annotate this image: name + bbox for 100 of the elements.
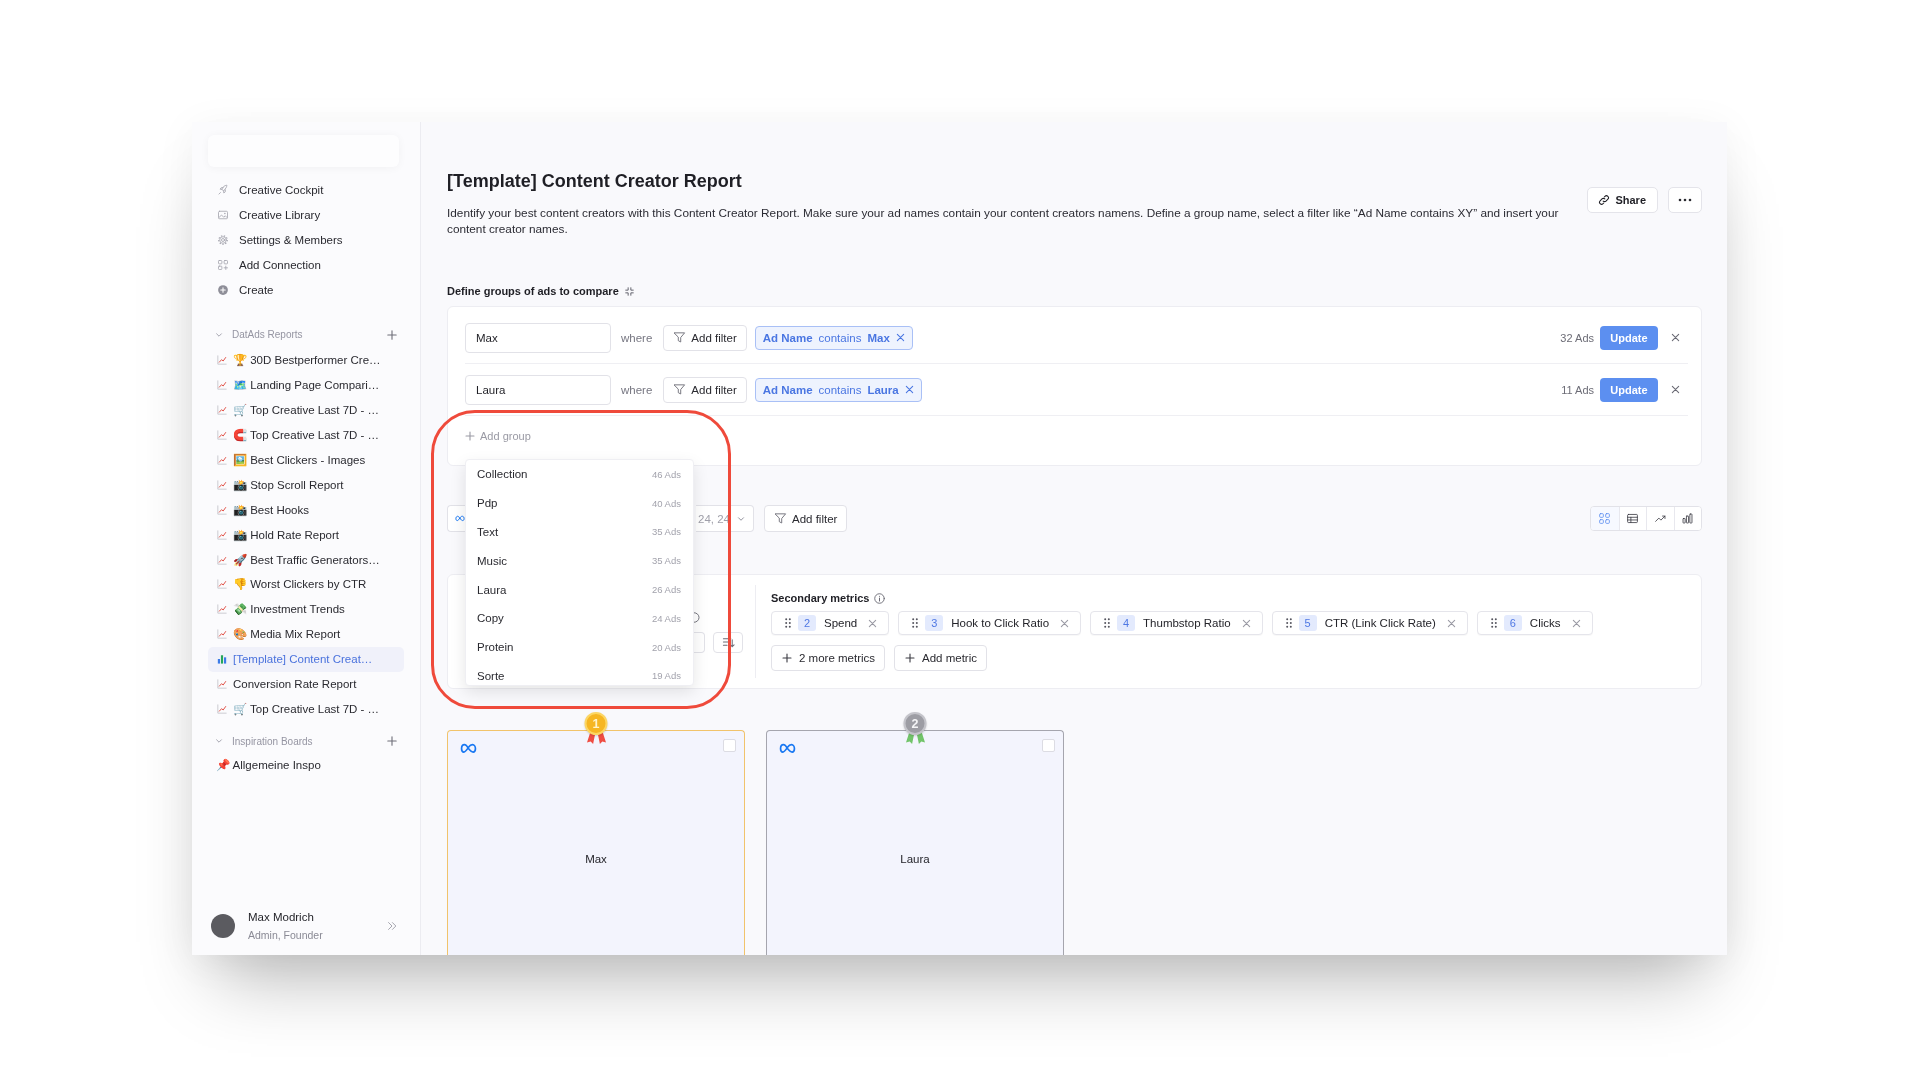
nav-item[interactable]: Settings & Members — [192, 227, 420, 253]
group-name-field[interactable]: Max — [465, 322, 611, 353]
image-icon — [217, 208, 229, 221]
more-metrics-button[interactable]: 2 more metrics — [771, 645, 886, 671]
report-item[interactable]: 🧲 Top Creative Last 7D - … — [208, 422, 404, 448]
ad-count: 32 Ads — [1560, 331, 1594, 344]
group-name-field[interactable]: Laura — [465, 374, 611, 405]
line-chart-icon — [217, 579, 227, 590]
metric-chip[interactable]: 3 Hook to Click Ratio — [898, 611, 1082, 635]
line-chart-icon — [217, 454, 227, 465]
plus-icon[interactable] — [387, 329, 397, 340]
trend-icon — [1653, 512, 1667, 525]
metric-chip[interactable]: 4 Thumbstop Ratio — [1090, 611, 1263, 635]
share-button[interactable]: Share — [1587, 187, 1658, 213]
nav-item[interactable]: Create — [192, 277, 420, 303]
report-item[interactable]: 🎨 Media Mix Report — [208, 621, 404, 647]
report-item[interactable]: 📸 Stop Scroll Report — [208, 472, 404, 498]
platform-button[interactable] — [447, 505, 465, 532]
add-filter-button[interactable]: Add filter — [764, 505, 848, 532]
line-chart-icon — [217, 479, 227, 490]
report-item[interactable]: 🛒 Top Creative Last 7D - … — [208, 696, 404, 722]
metric-chip[interactable]: 6 Clicks — [1476, 611, 1593, 635]
menu-item[interactable]: Pdp 40 Ads — [466, 488, 693, 518]
drag-handle-icon[interactable] — [1104, 618, 1111, 628]
menu-item[interactable]: Copy 24 Ads — [466, 604, 693, 633]
gear-icon — [217, 233, 229, 246]
group-name: Laura — [899, 852, 931, 867]
menu-item[interactable]: Laura 26 Ads — [466, 575, 693, 604]
ad-count: 35 Ads — [651, 526, 681, 538]
close-icon[interactable] — [1571, 618, 1581, 628]
report-item[interactable]: [Template] Content Creat… — [208, 646, 404, 672]
ad-count: 11 Ads — [1561, 383, 1594, 396]
ad-count: 24 Ads — [651, 612, 681, 624]
rank-badge: 1 — [584, 712, 608, 735]
metric-chip[interactable]: 5 CTR (Link Click Rate) — [1271, 611, 1468, 635]
checkbox[interactable] — [723, 739, 736, 752]
checkbox[interactable] — [1042, 739, 1055, 752]
drag-handle-icon[interactable] — [1285, 618, 1292, 628]
rank-badge: 2 — [903, 712, 927, 735]
plus-icon[interactable] — [387, 736, 397, 747]
nav-item[interactable]: Creative Cockpit — [192, 177, 420, 203]
grid-icon — [1598, 512, 1612, 525]
line-chart-icon — [217, 355, 227, 366]
menu-item[interactable]: Sorte 19 Ads — [466, 661, 693, 685]
report-item[interactable]: 👎 Worst Clickers by CTR — [208, 571, 404, 597]
user-name: Max Modrich — [248, 910, 315, 925]
close-icon[interactable] — [1671, 385, 1680, 394]
report-item[interactable]: 📸 Hold Rate Report — [208, 522, 404, 548]
board-item[interactable]: 📌 Allgemeine Inspo — [208, 752, 404, 778]
info-icon[interactable] — [874, 592, 886, 604]
metric-label: Hook to Click Ratio — [951, 617, 1050, 629]
nav-item[interactable]: Creative Library — [192, 202, 420, 228]
report-item[interactable]: 🛒 Top Creative Last 7D - … — [208, 397, 404, 423]
close-icon[interactable] — [1241, 618, 1251, 628]
group-card[interactable]: Laura — [766, 730, 1064, 955]
metric-label: Spend — [824, 617, 858, 629]
report-item[interactable]: 🖼 Best Clickers - Images — [208, 447, 404, 473]
avatar — [211, 913, 235, 938]
drag-handle-icon[interactable] — [1490, 618, 1497, 628]
drag-handle-icon[interactable] — [785, 618, 791, 628]
report-item[interactable]: Conversion Rate Report — [208, 671, 404, 697]
metric-label: Clicks — [1529, 617, 1561, 629]
double-chevron-icon[interactable] — [386, 919, 398, 932]
metric-chip[interactable]: 2 Spend — [771, 611, 890, 635]
menu-item[interactable]: Text 35 Ads — [466, 517, 693, 547]
filter-chip[interactable]: Ad Name contains Max — [754, 325, 913, 350]
close-icon[interactable] — [895, 333, 905, 342]
nav-item[interactable]: Add Connection — [192, 252, 420, 278]
report-item[interactable]: 🗺 Landing Page Compari… — [208, 372, 404, 398]
close-icon[interactable] — [1060, 618, 1070, 628]
menu-item[interactable]: Protein 20 Ads — [466, 632, 693, 662]
meta-icon — [460, 743, 477, 754]
drag-handle-icon[interactable] — [912, 618, 919, 628]
ad-count: 46 Ads — [651, 468, 681, 480]
report-item[interactable]: 🏆 30D Bestperformer Cre… — [208, 347, 404, 373]
menu-item[interactable]: Music 35 Ads — [466, 546, 693, 576]
close-icon[interactable] — [904, 385, 914, 394]
add-metric-button[interactable]: Add metric — [894, 645, 987, 671]
report-item[interactable]: 📸 Best Hooks — [208, 497, 404, 523]
filter-icon — [673, 331, 687, 344]
ad-count: 20 Ads — [651, 641, 681, 653]
close-icon[interactable] — [868, 618, 878, 628]
filter-chip[interactable]: Ad Name contains Laura — [754, 377, 922, 402]
section-title: Define groups of ads to compare — [447, 284, 619, 298]
report-item[interactable]: 💸 Investment Trends — [208, 596, 404, 622]
ad-count: 26 Ads — [651, 584, 681, 596]
add-filter-button[interactable]: Add filter — [663, 376, 747, 403]
collapse-arrows-icon[interactable] — [624, 286, 634, 296]
close-icon[interactable] — [1671, 333, 1680, 342]
group-card[interactable]: Max — [447, 730, 745, 955]
add-filter-button[interactable]: Add filter — [663, 324, 747, 351]
line-chart-icon — [217, 629, 227, 640]
menu-item[interactable]: Collection 46 Ads — [466, 460, 693, 489]
view-button[interactable] — [1673, 507, 1701, 530]
report-item[interactable]: 🚀 Best Traffic Generators… — [208, 547, 404, 572]
rocket-icon — [217, 183, 229, 196]
close-icon[interactable] — [1446, 618, 1456, 628]
metric-index: 5 — [1298, 615, 1317, 631]
sort-button[interactable] — [713, 632, 743, 653]
select-field[interactable] — [694, 632, 705, 653]
